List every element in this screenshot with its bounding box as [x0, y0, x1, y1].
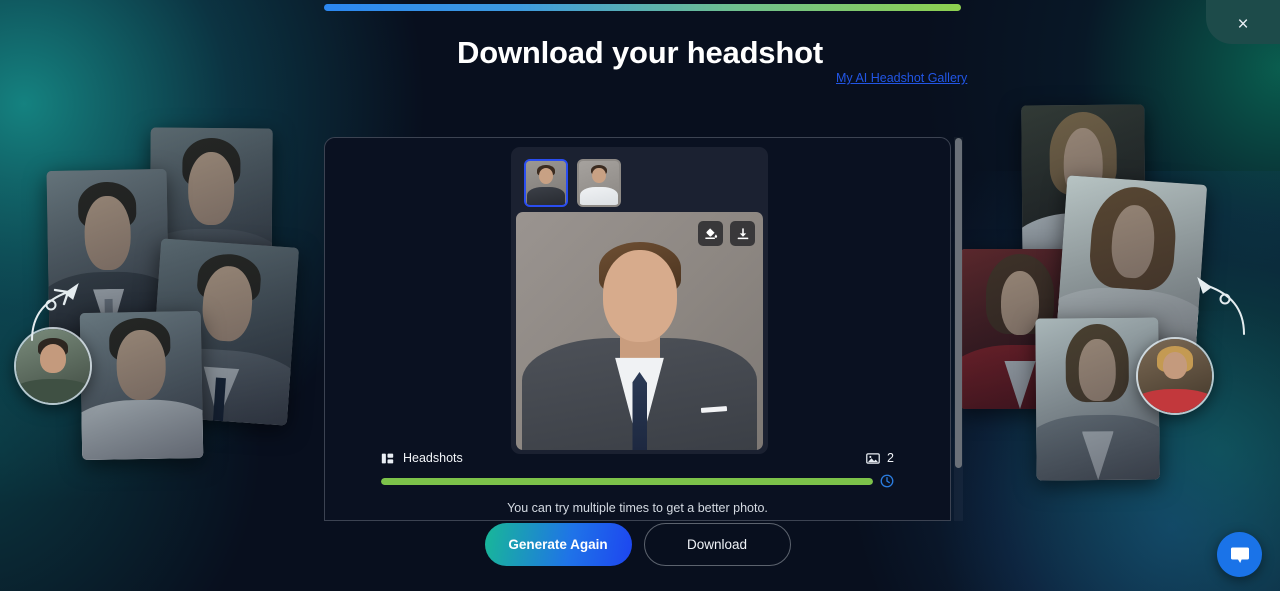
- meta-right-group: 2: [866, 451, 894, 465]
- download-button[interactable]: Download: [643, 523, 791, 566]
- decor-photo: [148, 238, 300, 426]
- decor-collage-right: [950, 0, 1280, 591]
- decor-photo: [1021, 104, 1146, 286]
- generation-progress-fill: [381, 477, 873, 485]
- headshot-preview-image[interactable]: [516, 212, 763, 450]
- meta-label: Headshots: [403, 451, 463, 465]
- paint-bucket-icon: [704, 227, 717, 239]
- app-window: × Download your headshot My AI Headshot …: [0, 0, 1280, 591]
- download-image-button[interactable]: [730, 221, 755, 246]
- decor-selfie: [1136, 337, 1214, 415]
- page-title: Download your headshot: [457, 35, 823, 70]
- generation-progress-track: [381, 477, 873, 485]
- decor-photo: [79, 310, 204, 461]
- change-background-button[interactable]: [698, 221, 723, 246]
- decor-selfie: [14, 327, 92, 405]
- gallery-link[interactable]: My AI Headshot Gallery: [836, 71, 967, 85]
- generate-again-button[interactable]: Generate Again: [484, 523, 632, 566]
- card-scrollbar[interactable]: [954, 137, 963, 521]
- decor-arrow-left: [31, 282, 79, 341]
- decor-arrow-right: [1197, 276, 1245, 335]
- action-button-row: Generate Again Download: [324, 523, 951, 566]
- thumbnail-strip: [524, 159, 621, 207]
- background-glow-left-lower: [0, 180, 300, 591]
- headshot-result-card: Headshots 2 You can try multiple times t…: [324, 137, 951, 521]
- preview-face: [602, 250, 677, 342]
- headshot-meta-row: Headshots 2: [381, 451, 894, 465]
- close-icon: ×: [1237, 14, 1249, 35]
- decor-collage-left: [0, 0, 330, 591]
- top-progress-bar: [324, 4, 961, 11]
- download-icon: [737, 227, 748, 239]
- decor-photo: [1035, 317, 1160, 481]
- chat-bubble-icon: [1230, 547, 1249, 563]
- card-scrollbar-thumb[interactable]: [955, 138, 962, 468]
- decor-photo: [960, 249, 1080, 409]
- preview-toolbar: [698, 221, 755, 246]
- image-icon: [866, 452, 880, 464]
- decor-photo: [46, 168, 170, 342]
- clock-icon: [880, 474, 894, 488]
- image-count: 2: [887, 451, 894, 465]
- decor-photo: [149, 127, 273, 297]
- chat-widget-button[interactable]: [1217, 532, 1262, 577]
- preview-tie: [632, 372, 647, 450]
- generation-progress-row: [381, 474, 894, 488]
- meta-left-group: Headshots: [381, 451, 463, 465]
- hint-text: You can try multiple times to get a bett…: [507, 501, 768, 515]
- thumbnail-item-1[interactable]: [524, 159, 568, 207]
- headshot-viewer-panel: [511, 147, 768, 454]
- layout-grid-icon: [381, 453, 394, 463]
- thumbnail-item-2[interactable]: [577, 159, 621, 207]
- decor-photo: [1054, 175, 1208, 367]
- top-progress-fill: [324, 4, 961, 11]
